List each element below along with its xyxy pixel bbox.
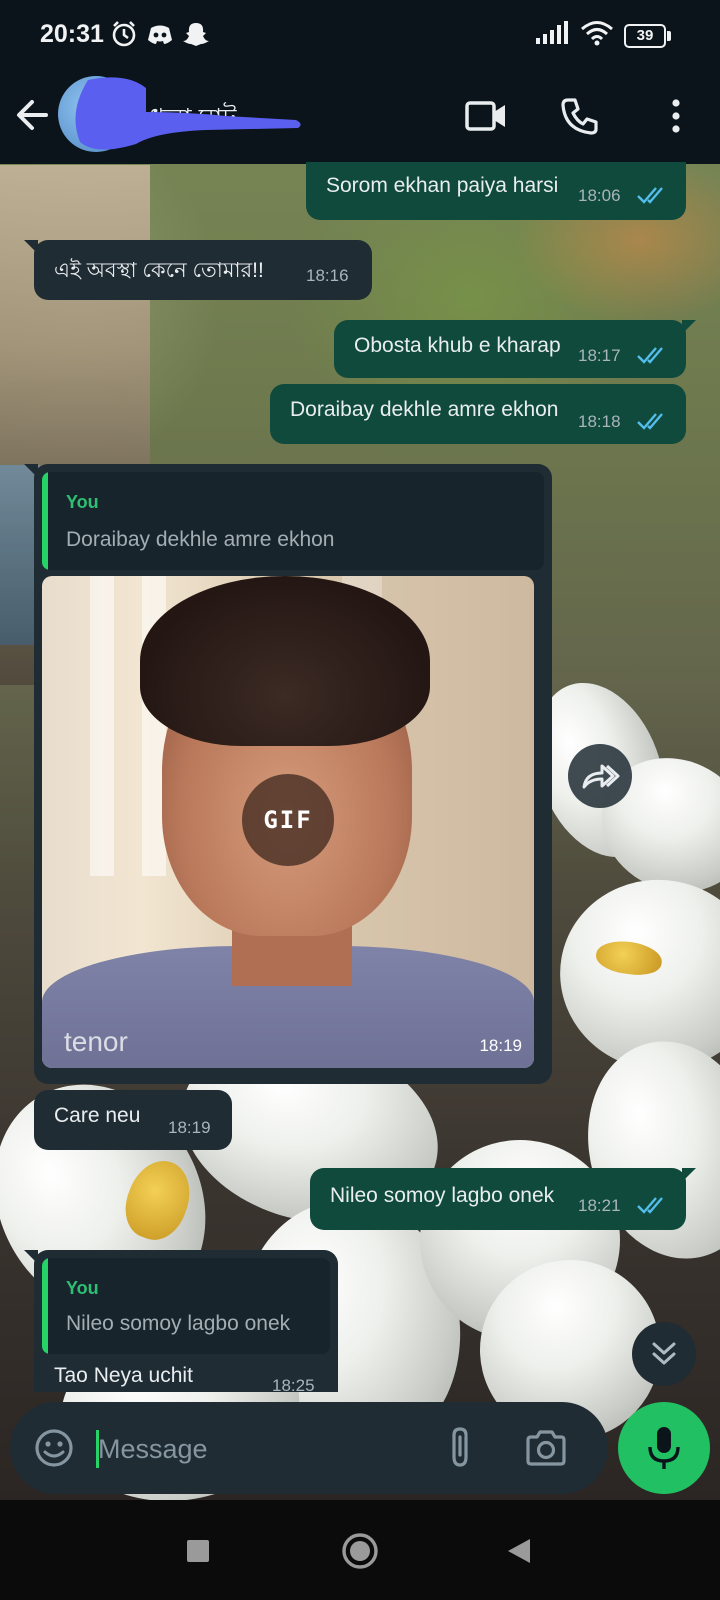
message-time: 18:06: [578, 186, 621, 205]
read-ticks-icon: [637, 347, 663, 364]
quote-accent-bar: [42, 1258, 48, 1354]
message-bubble-outgoing[interactable]: Nileo somoy lagbo onek 18:21: [310, 1168, 696, 1230]
system-nav-bar: [0, 1500, 720, 1600]
quoted-message[interactable]: You Doraibay dekhle amre ekhon: [42, 472, 544, 570]
square-icon: [187, 1540, 209, 1562]
back-arrow-icon[interactable]: [10, 90, 60, 140]
status-time: 20:31: [40, 20, 104, 48]
gif-play-badge[interactable]: GIF: [242, 774, 334, 866]
message-time: 18:25: [272, 1376, 315, 1395]
quote-text: Nileo somoy lagbo onek: [66, 1312, 291, 1335]
mic-button[interactable]: [618, 1402, 710, 1494]
camera-icon[interactable]: [522, 1424, 570, 1472]
status-right-cluster: 39: [534, 20, 671, 51]
quote-text: Doraibay dekhle amre ekhon: [66, 528, 335, 551]
message-bubble-incoming[interactable]: You Nileo somoy lagbo onek Tao Neya uchi…: [24, 1250, 338, 1395]
message-time: 18:21: [578, 1196, 621, 1215]
avatar[interactable]: [58, 76, 134, 152]
message-composer: [10, 1402, 608, 1494]
message-text: Obosta khub e kharap: [354, 334, 561, 357]
message-time: 18:17: [578, 346, 621, 365]
home-button[interactable]: [335, 1526, 385, 1576]
double-chevron-down-icon: [652, 1342, 676, 1365]
message-text: Care neu: [54, 1104, 141, 1127]
message-input[interactable]: [96, 1422, 420, 1476]
attach-icon[interactable]: [436, 1424, 484, 1472]
read-ticks-icon: [637, 413, 663, 430]
message-time: 18:19: [479, 1036, 522, 1055]
message-time: 18:19: [168, 1118, 211, 1137]
message-text: Doraibay dekhle amre ekhon: [290, 398, 559, 421]
status-bar: 20:31 39: [0, 0, 720, 68]
chat-header: ধুলা ঘাট: [0, 68, 720, 164]
battery-icon: 39: [624, 23, 671, 48]
message-bubble-outgoing[interactable]: Doraibay dekhle amre ekhon 18:18: [270, 384, 686, 444]
snapchat-icon: [182, 20, 210, 48]
quoted-message[interactable]: You Nileo somoy lagbo onek: [42, 1258, 330, 1354]
bubble-tail: [682, 1168, 696, 1182]
alarm-icon: [110, 20, 138, 48]
gif-curtain: [90, 576, 114, 876]
forward-icon: [582, 764, 620, 789]
back-button[interactable]: [494, 1526, 544, 1576]
bubble-tail: [24, 240, 38, 254]
forward-button[interactable]: [568, 744, 632, 808]
discord-icon: [146, 20, 174, 48]
message-text: এই অবস্থা কেনে তোমার!!: [54, 259, 264, 282]
recents-button[interactable]: [173, 1526, 223, 1576]
scroll-to-bottom-button[interactable]: [632, 1322, 696, 1386]
message-bubble-incoming[interactable]: Care neu 18:19: [34, 1090, 232, 1150]
message-time: 18:18: [578, 412, 621, 431]
message-text: Nileo somoy lagbo onek: [330, 1184, 555, 1207]
gif-media[interactable]: GIF tenor 18:19: [42, 576, 534, 1068]
bubble-tail: [24, 1250, 38, 1264]
mic-icon: [648, 1427, 680, 1469]
message-bubble-outgoing[interactable]: Obosta khub e kharap 18:17: [334, 320, 696, 378]
message-text: Tao Neya uchit: [54, 1364, 193, 1387]
quote-author: You: [66, 492, 99, 512]
tenor-watermark: tenor: [64, 1026, 128, 1057]
contact-name[interactable]: ধুলা ঘাট: [150, 98, 300, 142]
more-vert-icon[interactable]: [648, 88, 704, 144]
read-ticks-icon: [637, 187, 663, 204]
signal-icon: [534, 20, 570, 51]
bubble-tail: [24, 464, 38, 478]
bubble-tail: [682, 320, 696, 334]
quote-author: You: [66, 1278, 99, 1298]
message-bubble-incoming[interactable]: এই অবস্থা কেনে তোমার!! 18:16: [24, 240, 372, 300]
emoji-icon[interactable]: [30, 1424, 78, 1472]
triangle-back-icon: [508, 1539, 530, 1563]
gif-figure-hair: [140, 576, 430, 746]
wifi-icon: [580, 20, 614, 51]
message-bubble-incoming-gif[interactable]: You Doraibay dekhle amre ekhon GIF tenor…: [24, 464, 552, 1084]
circle-icon: [342, 1533, 378, 1569]
message-time: 18:16: [306, 266, 349, 285]
message-bubble-outgoing[interactable]: Sorom ekhan paiya harsi 18:06: [306, 162, 686, 220]
video-call-icon[interactable]: [458, 88, 514, 144]
read-ticks-icon: [637, 1197, 663, 1214]
message-text: Sorom ekhan paiya harsi: [326, 174, 559, 197]
voice-call-icon[interactable]: [552, 88, 608, 144]
quote-accent-bar: [42, 472, 48, 570]
